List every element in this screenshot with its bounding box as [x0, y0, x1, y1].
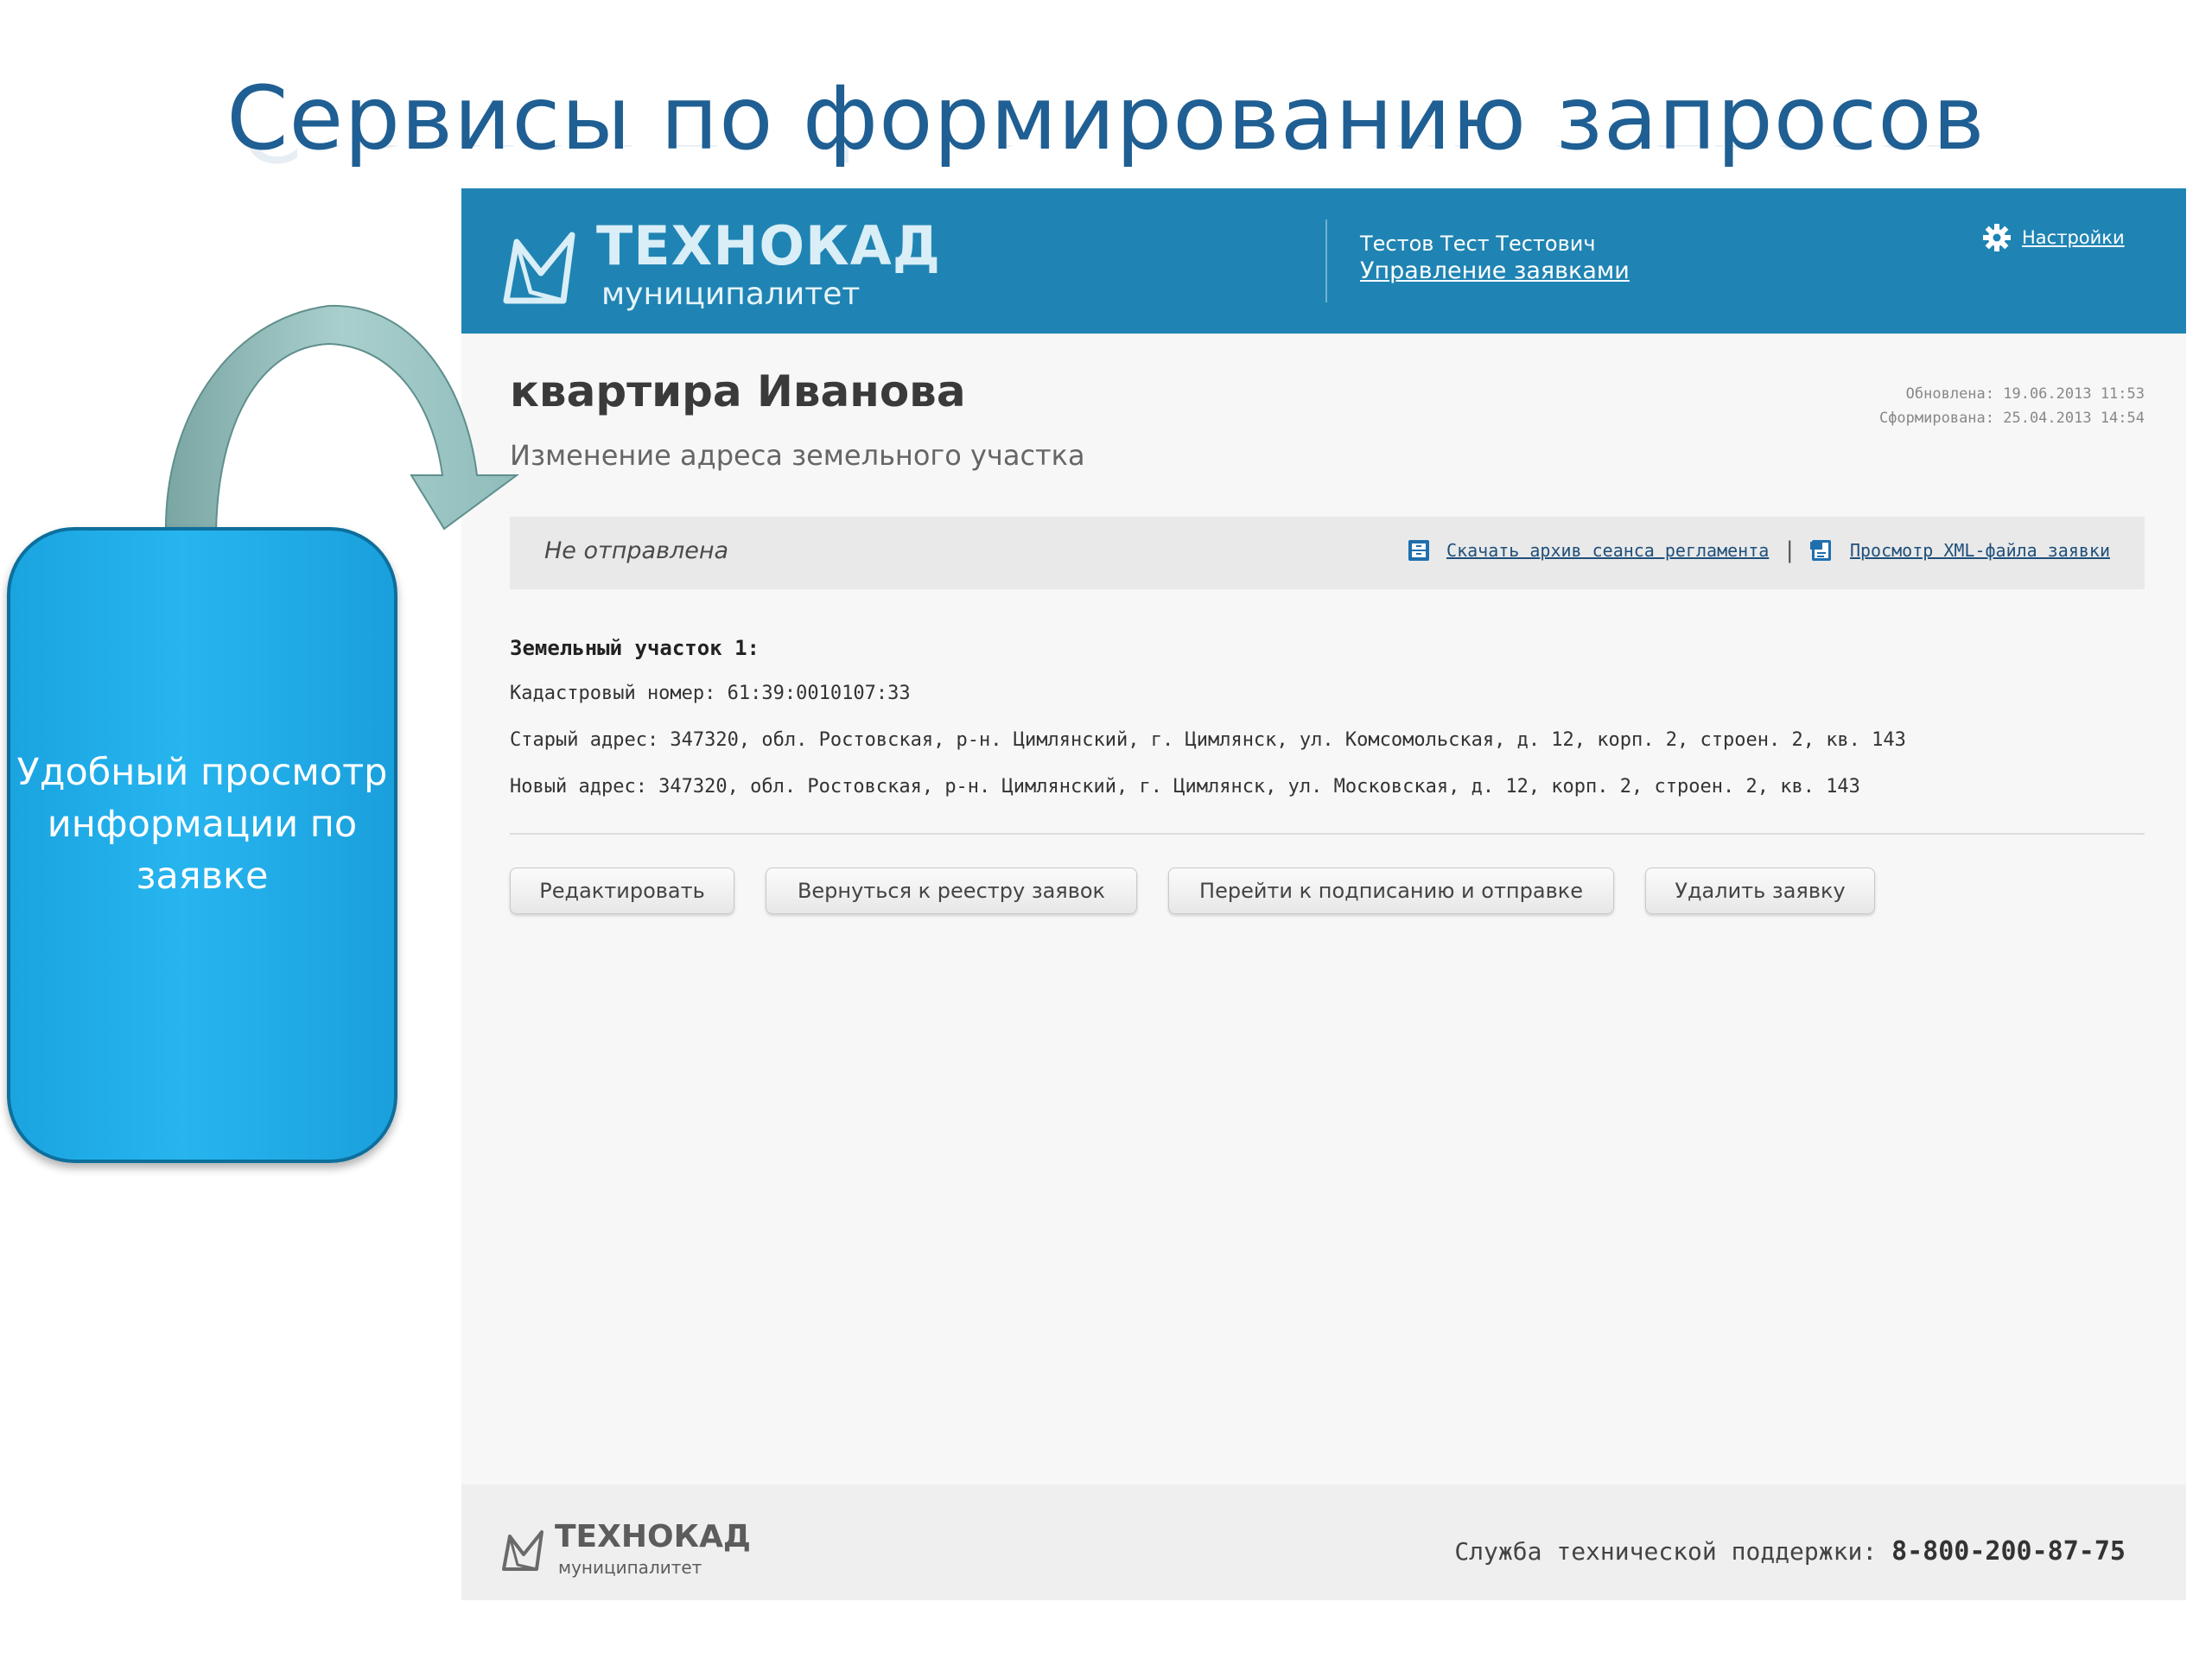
footer-logo-icon	[502, 1530, 543, 1571]
user-name: Тестов Тест Тестович	[1360, 232, 1596, 256]
app-logo-name: ТЕХНОКАД	[596, 214, 941, 277]
created-date: Сформирована: 25.04.2013 14:54	[1878, 410, 2145, 427]
section-title: Земельный участок 1:	[510, 636, 760, 660]
curved-arrow-icon	[164, 304, 520, 533]
back-to-registry-button[interactable]: Вернуться к реестру заявок	[766, 868, 1137, 914]
page-subtitle: Изменение адреса земельного участка	[510, 439, 1085, 472]
support-info: Служба технической поддержки: 8-800-200-…	[1454, 1536, 2126, 1567]
app-logo-subtitle: муниципалитет	[601, 276, 861, 312]
settings-link[interactable]: Настройки	[2022, 227, 2125, 248]
new-address: Новый адрес: 347320, обл. Ростовская, р-…	[510, 776, 1860, 798]
request-dates: Обновлена: 19.06.2013 11:53 Сформирована…	[1879, 382, 2145, 430]
gear-icon[interactable]	[1982, 223, 2012, 252]
sign-and-send-button[interactable]: Перейти к подписанию и отправке	[1168, 868, 1614, 914]
status-bar: Не отправлена Скачать архив сеанса регла…	[510, 517, 2145, 589]
cadastral-number: Кадастровый номер: 61:39:0010107:33	[510, 683, 911, 704]
actions-separator: |	[1783, 537, 1796, 563]
header-separator	[1325, 219, 1327, 302]
updated-date: Обновлена: 19.06.2013 11:53	[1905, 385, 2145, 403]
delete-request-button[interactable]: Удалить заявку	[1645, 868, 1875, 914]
xml-file-icon[interactable]	[1809, 538, 1834, 563]
download-archive-link[interactable]: Скачать архив сеанса регламента	[1446, 540, 1769, 561]
edit-button[interactable]: Редактировать	[510, 868, 734, 914]
archive-icon[interactable]	[1407, 538, 1431, 563]
manage-requests-link[interactable]: Управление заявками	[1360, 257, 1630, 284]
divider	[510, 833, 2145, 835]
app-screenshot: ТЕХНОКАД муниципалитет Тестов Тест Тесто…	[461, 188, 2186, 1600]
slide-title-reflection: Сервисы по формированию запросов	[0, 145, 2212, 180]
callout-box: Удобный просмотр информации по заявке	[7, 527, 397, 1163]
footer-logo-subtitle: муниципалитет	[558, 1557, 702, 1578]
status-text: Не отправлена	[544, 537, 729, 564]
app-header: ТЕХНОКАД муниципалитет Тестов Тест Тесто…	[461, 188, 2186, 334]
app-footer: ТЕХНОКАД муниципалитет Служба техническо…	[461, 1484, 2186, 1600]
footer-logo-name: ТЕХНОКАД	[555, 1519, 751, 1554]
callout-text: Удобный просмотр информации по заявке	[16, 751, 388, 898]
view-xml-link[interactable]: Просмотр XML-файла заявки	[1850, 540, 2110, 561]
support-label: Служба технической поддержки:	[1454, 1537, 1878, 1566]
page-title: квартира Иванова	[510, 366, 966, 416]
old-address: Старый адрес: 347320, обл. Ростовская, р…	[510, 729, 1906, 751]
status-actions: Скачать архив сеанса регламента | Просмо…	[1407, 537, 2110, 563]
support-phone: 8-800-200-87-75	[1891, 1536, 2126, 1567]
settings[interactable]: Настройки	[1982, 223, 2125, 252]
